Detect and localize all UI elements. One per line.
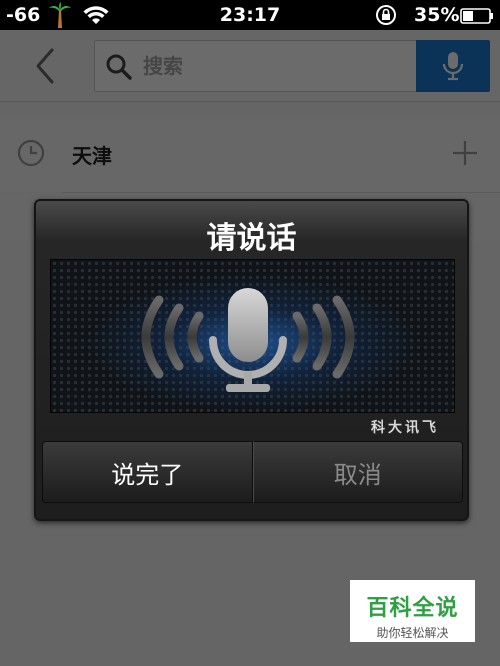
watermark-title: 百科全说 [366,596,459,621]
microphone-sound-waves-icon [141,288,355,392]
battery-percent: 35% [414,4,460,26]
dialog-button-row: 说完了 取消 [42,441,463,503]
app-screen: -66 23:17 35% 搜索 请说话 科大讯飞 说完了 取消 百科全说 助你… [0,0,500,666]
status-bar: -66 23:17 35% [0,0,500,30]
battery-icon [460,8,493,24]
voice-visualizer [50,259,455,413]
brand-label: 科大讯飞 [371,420,439,436]
cancel-button[interactable]: 取消 [252,441,463,503]
done-speaking-button[interactable]: 说完了 [42,441,253,503]
dialog-title: 请说话 [206,221,297,256]
watermark-logo: 百科全说 助你轻松解决 [350,580,475,642]
rotation-lock-icon [376,5,396,25]
watermark-subtitle: 助你轻松解决 [376,626,449,640]
voice-input-dialog: 请说话 科大讯飞 说完了 取消 [34,199,469,521]
